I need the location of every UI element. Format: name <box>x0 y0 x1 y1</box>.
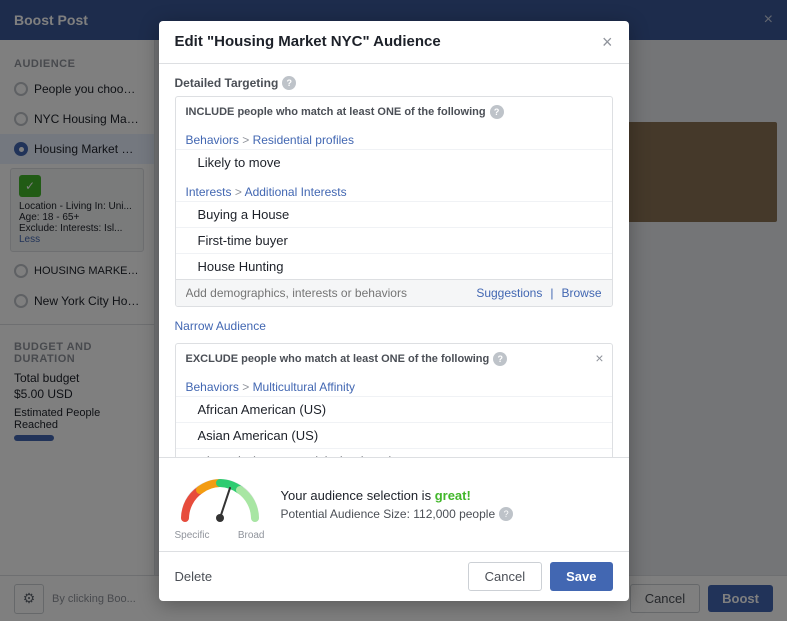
modal-dialog: Edit "Housing Market NYC" Audience × Det… <box>159 21 629 601</box>
house-hunting-row: House Hunting <box>176 253 612 279</box>
modal-body: Detailed Targeting ? INCLUDE people who … <box>159 64 629 457</box>
include-box: INCLUDE people who match at least ONE of… <box>175 96 613 307</box>
behaviors-residential-link[interactable]: Behaviors > Residential profiles <box>176 127 612 149</box>
arrow-icon2: > <box>235 185 245 199</box>
audience-size-help-icon[interactable]: ? <box>499 507 513 521</box>
include-box-header: INCLUDE people who match at least ONE of… <box>176 97 612 127</box>
exclude-close-button[interactable]: × <box>595 350 603 366</box>
suggestions-browse-links: Suggestions | Browse <box>476 286 601 300</box>
audience-size-text: Potential Audience Size: 112,000 people … <box>281 507 613 521</box>
modal-action-bar: Delete Cancel Save <box>159 551 629 601</box>
modal-close-button[interactable]: × <box>602 33 613 51</box>
interests-additional-link[interactable]: Interests > Additional Interests <box>176 179 612 201</box>
broad-label: Broad <box>238 530 265 541</box>
arrow-icon3: > <box>242 380 252 394</box>
detailed-targeting-label: Detailed Targeting ? <box>175 76 613 90</box>
add-demographics-input[interactable] <box>186 286 477 300</box>
modal-footer-gauge: Specific Broad Your audience selection i… <box>159 457 629 551</box>
arrow-icon: > <box>242 133 252 147</box>
modal-title: Edit "Housing Market NYC" Audience <box>175 33 441 50</box>
likely-to-move-row: Likely to move <box>176 149 612 175</box>
asian-american-row: Asian American (US) <box>176 422 612 448</box>
specific-label: Specific <box>175 530 210 541</box>
african-american-row: African American (US) <box>176 396 612 422</box>
save-button[interactable]: Save <box>550 562 612 591</box>
exclude-box-header: EXCLUDE people who match at least ONE of… <box>176 344 612 374</box>
exclude-help-icon[interactable]: ? <box>493 352 507 366</box>
exclude-box: EXCLUDE people who match at least ONE of… <box>175 343 613 457</box>
gauge-svg <box>175 468 265 523</box>
narrow-audience-link[interactable]: Narrow Audience <box>175 315 613 337</box>
delete-button[interactable]: Delete <box>175 569 213 584</box>
cancel-button[interactable]: Cancel <box>468 562 542 591</box>
hispanic-row: Hispanic (US - Spanish dominant) <box>176 448 612 457</box>
first-time-buyer-row: First-time buyer <box>176 227 612 253</box>
behaviors-multicultural-link[interactable]: Behaviors > Multicultural Affinity <box>176 374 612 396</box>
modal-actions-right: Cancel Save <box>468 562 613 591</box>
audience-selection-text: Your audience selection is great! <box>281 488 613 503</box>
browse-link[interactable]: Browse <box>561 286 601 300</box>
detailed-targeting-help-icon[interactable]: ? <box>282 76 296 90</box>
modal-header: Edit "Housing Market NYC" Audience × <box>159 21 629 64</box>
audience-info: Your audience selection is great! Potent… <box>281 488 613 521</box>
include-help-icon[interactable]: ? <box>490 105 504 119</box>
gauge-labels: Specific Broad <box>175 530 265 541</box>
suggestions-link[interactable]: Suggestions <box>476 286 542 300</box>
gauge-container: Specific Broad <box>175 468 265 541</box>
modal-overlay: Edit "Housing Market NYC" Audience × Det… <box>0 0 787 621</box>
buying-house-row: Buying a House <box>176 201 612 227</box>
add-demographics-row: Suggestions | Browse <box>176 279 612 306</box>
